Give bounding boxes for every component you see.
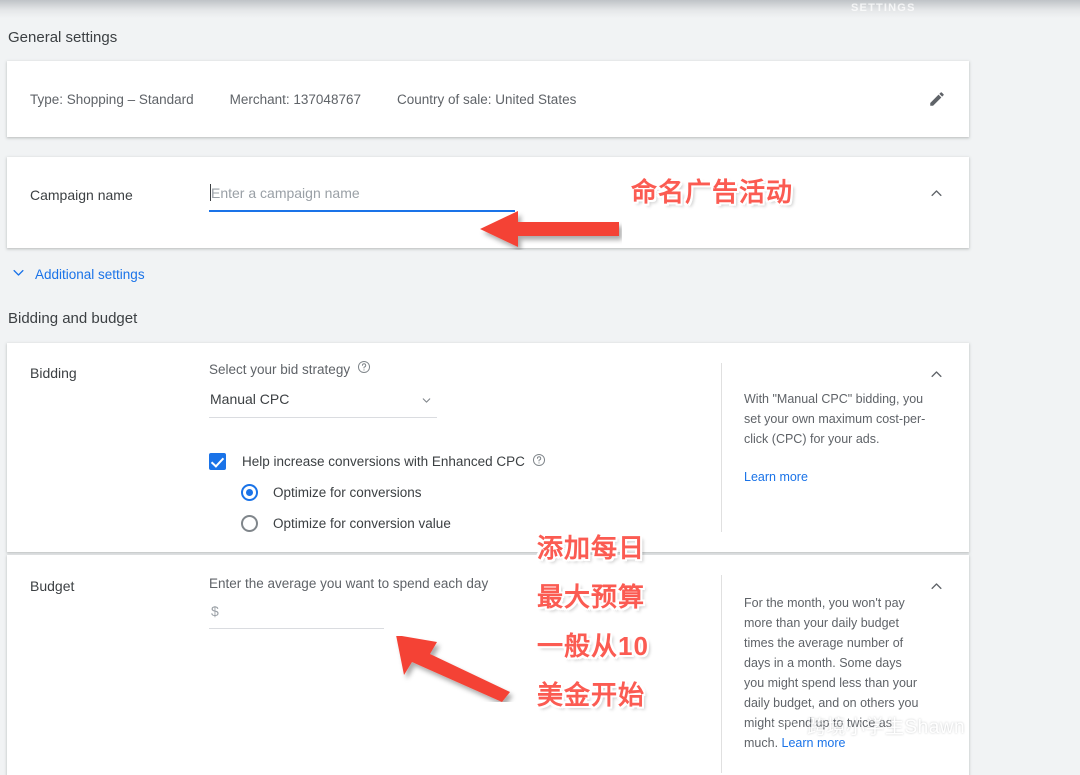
additional-settings-label: Additional settings [35, 266, 145, 282]
pencil-icon[interactable] [925, 87, 949, 111]
bid-strategy-label: Select your bid strategy [209, 362, 351, 377]
chevron-up-icon[interactable] [925, 363, 947, 385]
radio-optimize-conversions[interactable]: Optimize for conversions [241, 484, 721, 501]
bidding-body: Select your bid strategy Manual CPC Help… [209, 343, 721, 552]
bid-strategy-underline [209, 417, 437, 418]
budget-learn-more-link[interactable]: Learn more [782, 736, 846, 750]
enhanced-cpc-label-row: Help increase conversions with Enhanced … [242, 453, 546, 470]
bidding-card: Bidding Select your bid strategy Manual … [7, 343, 969, 552]
radio-label: Optimize for conversion value [273, 516, 451, 531]
budget-label: Budget [30, 578, 75, 594]
campaign-name-label: Campaign name [30, 187, 133, 203]
chevron-up-icon[interactable] [925, 182, 947, 204]
chevron-up-icon[interactable] [925, 575, 947, 597]
campaign-name-setting: Campaign name [7, 157, 969, 248]
budget-field[interactable] [209, 601, 384, 629]
budget-body: Enter the average you want to spend each… [209, 555, 721, 775]
budget-card: Budget Enter the average you want to spe… [7, 555, 969, 775]
radio-button-selected[interactable] [241, 484, 258, 501]
chevron-down-icon [11, 265, 26, 283]
budget-help-text: For the month, you won't pay more than y… [744, 596, 919, 750]
chevron-down-icon[interactable] [420, 394, 433, 410]
budget-input[interactable] [209, 601, 384, 628]
campaign-name-underline [209, 210, 515, 212]
enhanced-cpc-label: Help increase conversions with Enhanced … [242, 454, 525, 469]
bidding-label: Bidding [30, 365, 77, 381]
bid-strategy-label-row: Select your bid strategy [209, 360, 721, 380]
summary-merchant: Merchant: 137048767 [229, 91, 361, 107]
radio-optimize-conversion-value[interactable]: Optimize for conversion value [241, 515, 721, 532]
help-circle-icon[interactable] [357, 360, 371, 380]
radio-label: Optimize for conversions [273, 485, 422, 500]
text-caret [210, 184, 211, 201]
budget-underline [209, 628, 384, 629]
budget-field-label: Enter the average you want to spend each… [209, 576, 489, 591]
general-settings-summary: Type: Shopping – Standard Merchant: 1370… [7, 61, 969, 137]
bid-strategy-value: Manual CPC [210, 391, 290, 407]
bidding-budget-title: Bidding and budget [8, 310, 138, 327]
bidding-learn-more-link[interactable]: Learn more [744, 470, 808, 484]
bidding-help-panel: With "Manual CPC" bidding, you set your … [721, 363, 969, 532]
summary-type: Type: Shopping – Standard [30, 91, 194, 107]
general-settings-card: Type: Shopping – Standard Merchant: 1370… [7, 61, 969, 137]
bidding-help-text: With "Manual CPC" bidding, you set your … [744, 392, 926, 446]
campaign-name-input[interactable] [209, 183, 515, 210]
radio-button[interactable] [241, 515, 258, 532]
enhanced-cpc-checkbox[interactable] [209, 453, 226, 470]
settings-page: General settings Type: Shopping – Standa… [0, 18, 1080, 775]
campaign-name-body [209, 157, 969, 248]
bidding-setting: Bidding Select your bid strategy Manual … [7, 343, 969, 552]
additional-settings-toggle[interactable]: Additional settings [0, 248, 160, 283]
top-banner-text: SETTINGS [851, 2, 916, 14]
help-circle-icon[interactable] [532, 453, 546, 470]
campaign-name-field[interactable] [209, 183, 515, 212]
enhanced-cpc-row[interactable]: Help increase conversions with Enhanced … [209, 453, 721, 470]
page-title: General settings [8, 29, 118, 46]
budget-help-panel: For the month, you won't pay more than y… [721, 575, 969, 773]
summary-country: Country of sale: United States [396, 91, 577, 107]
campaign-name-card: Campaign name [7, 157, 969, 248]
budget-setting: Budget Enter the average you want to spe… [7, 555, 969, 775]
top-banner: SETTINGS [0, 0, 1080, 18]
bid-strategy-select[interactable]: Manual CPC [209, 389, 437, 418]
